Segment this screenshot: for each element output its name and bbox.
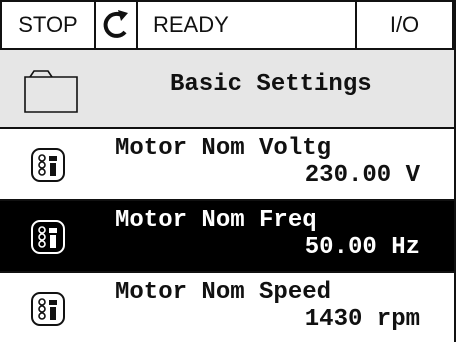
parameter-row-motor-nom-freq[interactable]: Motor Nom Freq 50.00 Hz (0, 201, 454, 271)
parameter-value: 230.00 V (304, 162, 420, 189)
parameter-value: 50.00 Hz (304, 234, 420, 261)
parameter-row-motor-nom-speed[interactable]: Motor Nom Speed 1430 rpm (0, 273, 454, 343)
rotation-arrow-icon (96, 2, 138, 48)
parameter-name: Motor Nom Voltg (115, 135, 332, 162)
menu-header: Basic Settings (0, 50, 454, 127)
display-right-border (454, 0, 456, 342)
parameter-name: Motor Nom Freq (115, 207, 317, 234)
parameter-icon (31, 292, 65, 326)
parameter-icon (31, 148, 65, 182)
status-ready: READY (138, 2, 357, 48)
parameter-name: Motor Nom Speed (115, 279, 332, 306)
keypad-display: STOP READY I/O Basic Settings Motor Nom … (0, 0, 462, 343)
status-stop: STOP (0, 2, 96, 48)
folder-icon (24, 70, 78, 113)
status-control-place: I/O (357, 2, 454, 48)
parameter-value: 1430 rpm (304, 306, 420, 333)
status-bar: STOP READY I/O (0, 0, 454, 50)
parameter-row-motor-nom-voltg[interactable]: Motor Nom Voltg 230.00 V (0, 129, 454, 199)
page-title: Basic Settings (170, 71, 372, 98)
parameter-icon (31, 220, 65, 254)
